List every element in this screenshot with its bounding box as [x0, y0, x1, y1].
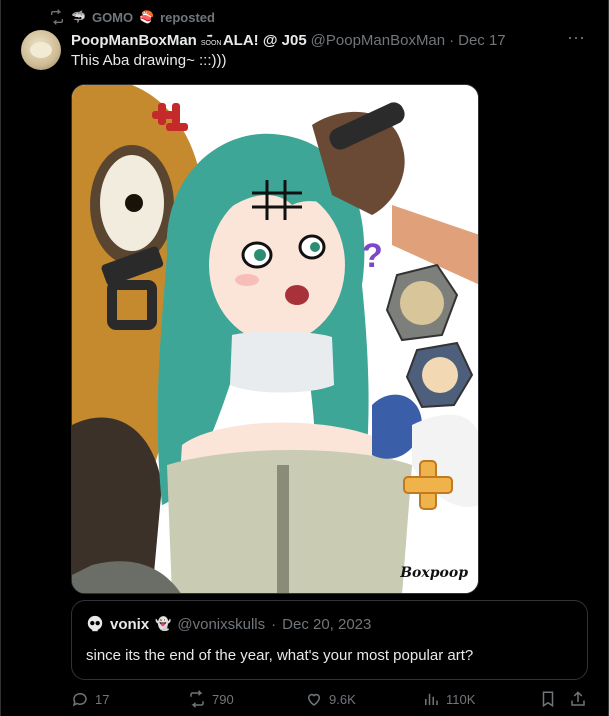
repost-icon — [51, 9, 63, 25]
quoted-author-name[interactable]: vonix — [110, 616, 149, 633]
soon-badge-text: SOON — [200, 40, 222, 47]
quoted-tweet-header: vonix 👻 @vonixskulls · Dec 20, 2023 — [86, 615, 371, 633]
repost-suffix: reposted — [160, 9, 215, 25]
views-button[interactable]: 110K — [422, 686, 475, 712]
tweet-header: PoopManBoxMan ➡ SOON ALA! @ J05 @PoopManB… — [71, 30, 568, 50]
shark-emoji-icon: 🦈 — [71, 10, 86, 24]
repost-count: 790 — [212, 691, 234, 707]
author-handle[interactable]: @PoopManBoxMan — [311, 32, 445, 49]
quoted-separator: · — [271, 615, 277, 633]
author-avatar[interactable] — [21, 30, 61, 70]
reply-icon — [72, 692, 87, 707]
bookmark-icon — [542, 691, 554, 708]
more-options-button[interactable]: ··· — [566, 28, 586, 50]
artist-signature: Boxpoop — [400, 565, 468, 581]
tweet-date[interactable]: Dec 17 — [458, 32, 506, 49]
heart-icon — [307, 693, 321, 706]
svg-text:?: ? — [362, 237, 383, 275]
author-name[interactable]: PoopManBoxMan — [71, 32, 197, 49]
author-name-suffix[interactable]: ALA! @ J05 — [223, 32, 307, 49]
quoted-date[interactable]: Dec 20, 2023 — [282, 616, 371, 633]
like-count: 9.6K — [329, 691, 356, 707]
quoted-author-handle[interactable]: @vonixskulls — [177, 616, 265, 633]
tweet-actions: 17 790 9.6K 110K — [71, 686, 591, 712]
quoted-tweet[interactable]: vonix 👻 @vonixskulls · Dec 20, 2023 sinc… — [71, 600, 588, 680]
tweet-card[interactable]: 🦈 GOMO 🍣 reposted PoopManBoxMan ➡ SOON AL… — [0, 0, 609, 716]
reply-button[interactable]: 17 — [71, 686, 109, 712]
like-button[interactable]: 9.6K — [305, 686, 356, 712]
retweet-icon — [190, 690, 204, 708]
view-count: 110K — [446, 691, 476, 707]
artwork-illustration: ? — [72, 85, 478, 593]
bookmark-button[interactable] — [539, 686, 557, 712]
tweet-text: This Aba drawing~ :::))) — [71, 52, 227, 69]
reply-count: 17 — [95, 691, 110, 707]
views-chart-icon — [425, 693, 438, 705]
reposter-name[interactable]: GOMO — [92, 10, 133, 25]
skull-avatar-icon — [87, 615, 103, 632]
ghost-emoji-icon: 👻 — [155, 616, 172, 631]
quoted-tweet-text: since its the end of the year, what's yo… — [86, 647, 474, 664]
share-button[interactable] — [569, 686, 587, 712]
sushi-emoji-icon: 🍣 — [139, 10, 155, 24]
avatar-face — [30, 42, 52, 58]
header-separator: · — [449, 31, 455, 49]
repost-button[interactable]: 790 — [188, 686, 234, 712]
tweet-image[interactable]: ? Boxpoop — [71, 84, 479, 594]
soon-arrow-icon: ➡ SOON — [200, 33, 222, 47]
share-icon — [571, 691, 585, 706]
repost-indicator: 🦈 GOMO 🍣 reposted — [49, 8, 215, 26]
